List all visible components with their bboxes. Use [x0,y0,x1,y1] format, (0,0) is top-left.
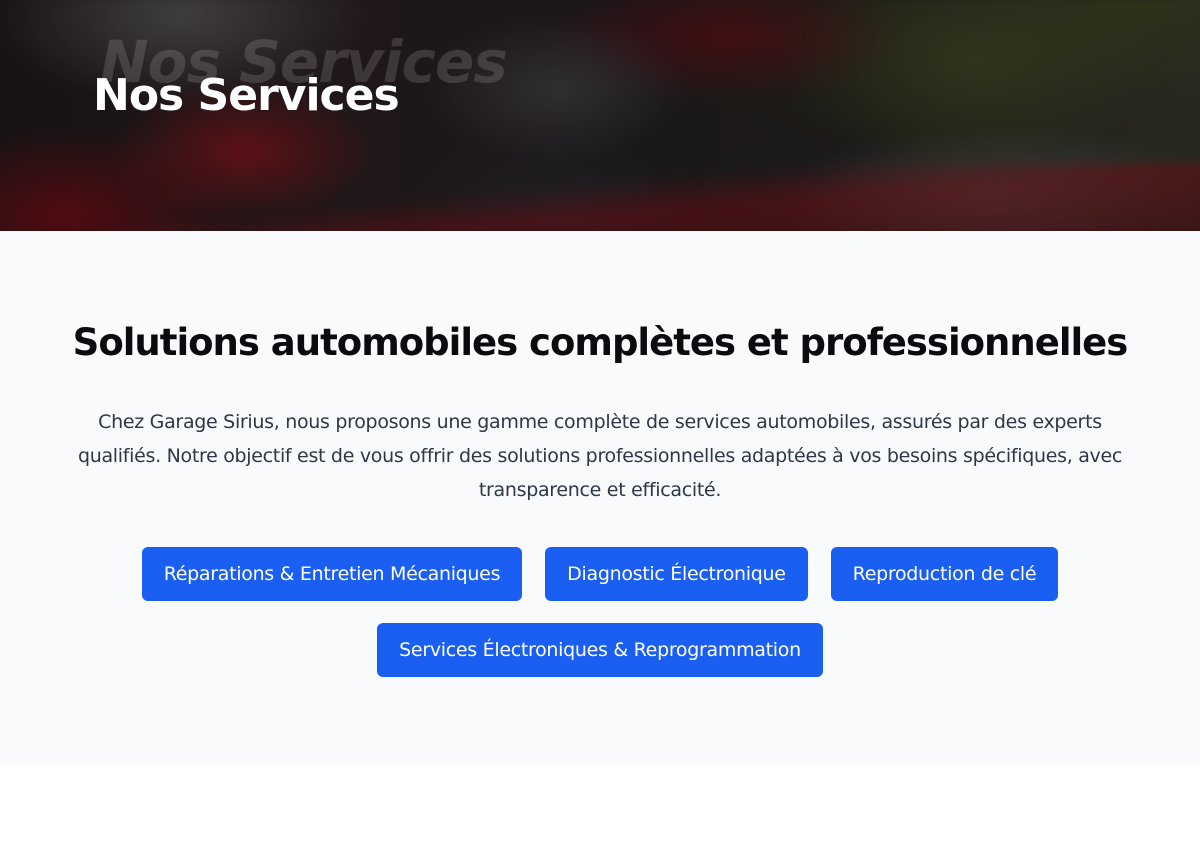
hero-banner: Nos Services Nos Services [0,0,1200,231]
services-section: Solutions automobiles complètes et profe… [0,231,1200,763]
service-button-electronic-diagnostic[interactable]: Diagnostic Électronique [545,547,808,601]
services-intro-text: Chez Garage Sirius, nous proposons une g… [77,411,1123,501]
service-button-electronic-reprogramming[interactable]: Services Électroniques & Reprogrammation [377,623,823,677]
services-heading: Solutions automobiles complètes et profe… [72,321,1129,364]
service-button-mechanical-repairs[interactable]: Réparations & Entretien Mécaniques [141,547,523,601]
service-button-key-duplication[interactable]: Reproduction de clé [830,547,1059,601]
services-button-group: Réparations & Entretien Mécaniques Diagn… [100,547,1100,677]
page-title: Nos Services [93,70,400,121]
page-bottom-spacer [0,763,1200,862]
